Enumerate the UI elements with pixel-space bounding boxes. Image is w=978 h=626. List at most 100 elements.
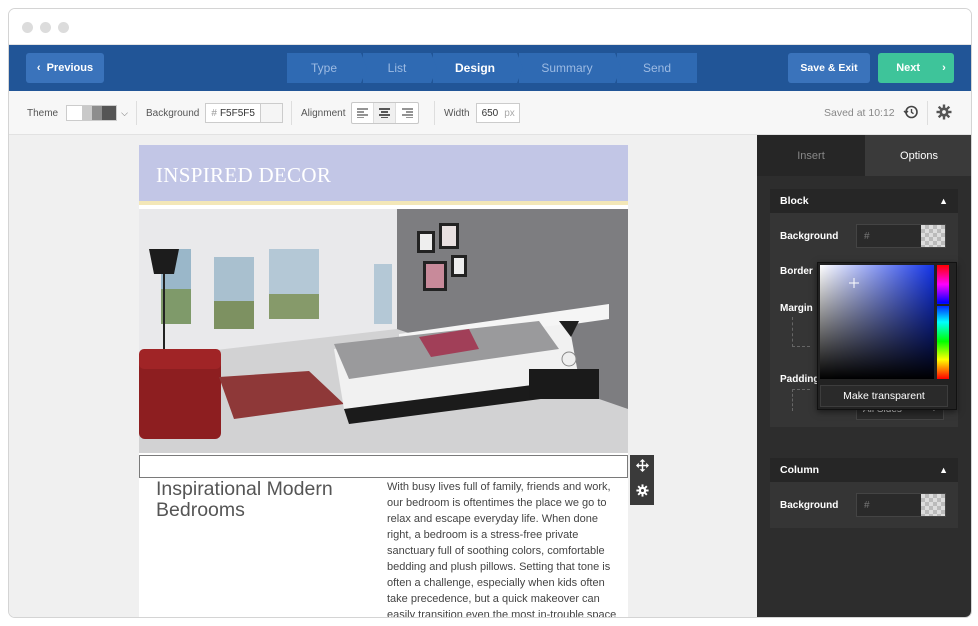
chevron-down-icon[interactable]: ⌵	[121, 108, 128, 119]
block-handles	[630, 455, 654, 505]
email-header-block[interactable]: INSPIRED DECOR	[139, 145, 628, 205]
hash-prefix: #	[864, 230, 870, 242]
save-exit-button[interactable]: Save & Exit	[788, 53, 870, 83]
saturation-area[interactable]	[820, 265, 934, 379]
block-section-header[interactable]: Block ▲	[770, 189, 958, 213]
step-send[interactable]: Send	[617, 53, 697, 83]
step-design[interactable]: Design	[433, 53, 523, 83]
move-icon[interactable]	[635, 458, 649, 477]
step-label: Summary	[541, 61, 593, 75]
block-padding-label: Padding	[780, 374, 820, 385]
column-title: Column	[780, 464, 820, 476]
align-center-icon[interactable]	[374, 103, 397, 123]
divider	[291, 101, 292, 125]
saved-text: Saved at 10:12	[824, 107, 895, 119]
width-input[interactable]: 650 px	[475, 103, 520, 123]
chevron-up-icon: ▲	[939, 465, 948, 475]
padding-guide	[792, 389, 810, 411]
background-color-swatch[interactable]	[261, 103, 284, 123]
next-label: Next	[896, 62, 921, 74]
email-preview: INSPIRED DECOR Inspirational Modern Bedr…	[139, 145, 628, 618]
hash-prefix: #	[211, 107, 217, 119]
block-border-label: Border	[780, 266, 813, 277]
make-transparent-button[interactable]: Make transparent	[820, 385, 948, 407]
tab-options[interactable]: Options	[865, 135, 971, 176]
column-background-input[interactable]: #	[856, 493, 946, 517]
crosshair-cursor-icon	[849, 275, 859, 288]
align-left-icon[interactable]	[352, 103, 375, 123]
previous-label: Previous	[46, 62, 94, 74]
width-label: Width	[444, 107, 470, 119]
app-window: ‹ Previous Type List Design Summary Send…	[8, 8, 972, 618]
background-control: Background # F5F5F5	[146, 91, 284, 135]
alignment-control: Alignment	[301, 91, 420, 135]
theme-color-2	[82, 106, 93, 120]
step-label: Design	[454, 61, 495, 75]
column-background-label: Background	[780, 500, 839, 511]
chevron-left-icon: ‹	[36, 62, 41, 74]
design-toolbar: Theme ⌵ Background # F5F5F5 Alignment Wi…	[9, 91, 971, 135]
email-canvas: INSPIRED DECOR Inspirational Modern Bedr…	[9, 135, 757, 618]
color-picker: Make transparent	[817, 262, 957, 410]
article-body: With busy lives full of family, friends …	[387, 481, 617, 618]
alignment-group	[351, 102, 420, 124]
theme-color-3	[92, 106, 103, 120]
width-control: Width 650 px	[444, 91, 520, 135]
step-label: List	[387, 61, 407, 75]
saved-status: Saved at 10:12	[824, 91, 919, 135]
block-background-input[interactable]: #	[856, 224, 946, 248]
next-button[interactable]: Next ›	[878, 53, 954, 83]
block-margin-label: Margin	[780, 303, 813, 314]
selected-empty-block[interactable]	[139, 455, 628, 478]
background-value: F5F5F5	[219, 107, 255, 119]
panel-tabs: Insert Options	[757, 135, 971, 176]
step-label: Send	[642, 61, 672, 75]
hero-image[interactable]	[139, 209, 628, 453]
block-title: Block	[780, 195, 809, 207]
chevron-up-icon: ▲	[939, 196, 948, 206]
hue-slider[interactable]	[937, 265, 949, 379]
align-right-icon[interactable]	[396, 103, 418, 123]
step-label: Type	[310, 61, 337, 75]
width-unit: px	[504, 107, 515, 119]
chevron-right-icon: ›	[942, 62, 946, 74]
wizard-nav: ‹ Previous Type List Design Summary Send…	[9, 45, 971, 91]
transparent-swatch[interactable]	[921, 494, 945, 516]
block-background-label: Background	[780, 231, 839, 242]
tab-insert[interactable]: Insert	[757, 135, 865, 176]
margin-guide	[792, 317, 810, 347]
step-type[interactable]: Type	[287, 53, 367, 83]
alignment-label: Alignment	[301, 107, 346, 119]
step-list[interactable]: List	[363, 53, 437, 83]
window-maximize-dot[interactable]	[58, 22, 69, 33]
theme-color-4	[102, 106, 117, 120]
gear-icon[interactable]	[635, 483, 649, 502]
previous-button[interactable]: ‹ Previous	[26, 53, 104, 83]
bedroom-photo	[139, 209, 628, 453]
step-summary[interactable]: Summary	[519, 53, 621, 83]
hue-handle[interactable]	[936, 304, 950, 306]
history-icon[interactable]	[903, 104, 919, 123]
gear-icon[interactable]	[936, 104, 952, 123]
background-label: Background	[146, 107, 200, 119]
theme-control: Theme ⌵	[27, 91, 128, 135]
window-minimize-dot[interactable]	[40, 22, 51, 33]
settings-control	[936, 91, 952, 135]
window-close-dot[interactable]	[22, 22, 33, 33]
theme-label: Theme	[27, 107, 59, 119]
divider	[434, 101, 435, 125]
divider	[136, 101, 137, 125]
column-section-header[interactable]: Column ▲	[770, 458, 958, 482]
theme-swatch[interactable]	[66, 105, 118, 121]
article-heading: Inspirational Modern Bedrooms	[156, 478, 333, 521]
email-header-title: INSPIRED DECOR	[156, 163, 332, 187]
width-value: 650	[481, 107, 499, 119]
divider	[927, 101, 928, 125]
column-section: Column ▲ Background #	[770, 458, 958, 528]
hash-prefix: #	[864, 499, 870, 511]
wizard-steps: Type List Design Summary Send	[287, 53, 699, 83]
title-bar	[9, 9, 971, 45]
theme-color-1	[67, 106, 83, 120]
transparent-swatch[interactable]	[921, 225, 945, 247]
background-input[interactable]: # F5F5F5	[205, 103, 262, 123]
